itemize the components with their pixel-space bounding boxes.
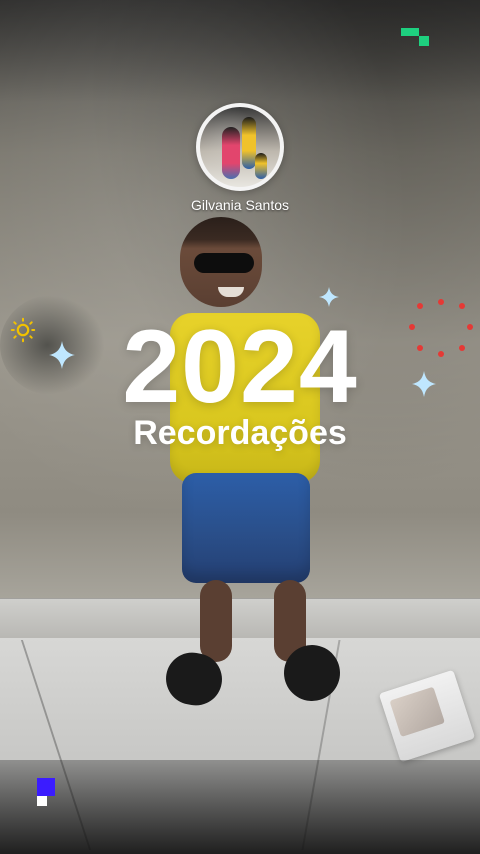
pixel-block <box>419 36 429 46</box>
pixel-corner-icon <box>37 778 57 808</box>
sparkle-icon <box>318 286 340 308</box>
profile-avatar-image <box>200 107 280 187</box>
avatar-person <box>222 127 240 179</box>
pixel-block <box>37 796 47 806</box>
photo-shorts <box>182 473 310 583</box>
profile-avatar[interactable] <box>196 103 284 191</box>
main-photo-subject <box>160 215 348 715</box>
bottom-gradient <box>0 760 480 854</box>
pixel-block <box>401 28 419 36</box>
photo-leg <box>200 580 232 662</box>
profile-name[interactable]: Gilvania Santos <box>0 197 480 213</box>
photo-sunglasses <box>194 253 254 273</box>
pixel-block <box>37 778 55 796</box>
avatar-person <box>242 117 256 169</box>
story-screen[interactable]: Gilvania Santos 2024 Recordações <box>0 0 480 854</box>
avatar-person <box>255 153 267 179</box>
pixel-corner-icon <box>401 28 433 50</box>
story-title: Recordações <box>133 414 347 452</box>
year-title: 2024 <box>122 309 358 425</box>
